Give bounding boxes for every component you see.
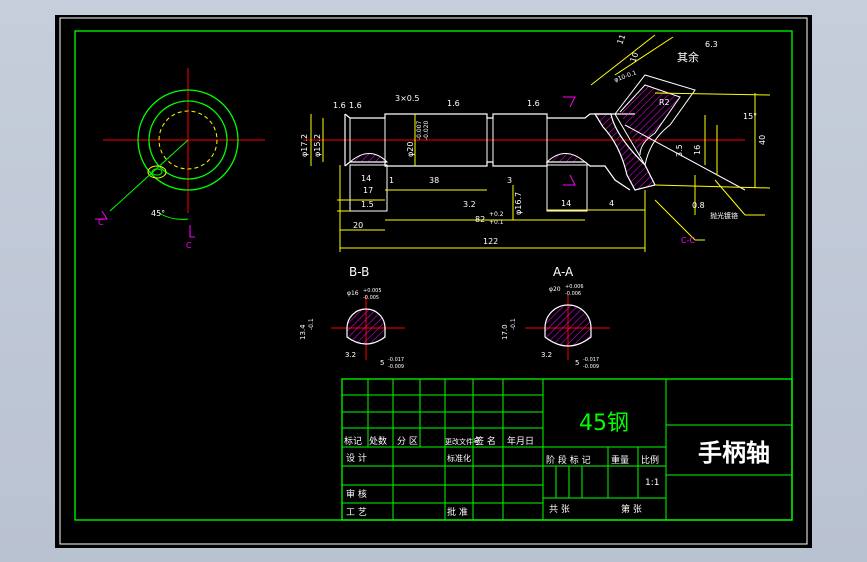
dim-40: 40 (758, 135, 767, 145)
aa-d20: φ20 (549, 286, 561, 293)
dim-15: 1.5 (361, 200, 374, 209)
angle-45-label: 45° (151, 209, 165, 218)
dimension-lines (310, 93, 765, 252)
tb-stage: 阶 段 标 记 (546, 454, 591, 466)
angle-15: 15° (743, 112, 757, 121)
tb-sign: 签 名 (475, 435, 496, 447)
tb-scale: 1:1 (645, 478, 659, 488)
bb-r32: 3.2 (345, 351, 356, 359)
tb-count: 处数 (369, 435, 387, 447)
dim-1: 1 (389, 176, 394, 185)
tb-total: 共 张 (549, 504, 570, 515)
tb-process: 工 艺 (346, 507, 367, 518)
aa-5: 5 (575, 359, 579, 367)
section-bb-label: B-B (349, 265, 369, 279)
surface-note: 抛光镀铬 (710, 211, 738, 220)
svg-text:C: C (98, 218, 104, 227)
roughness-note: 其余 (677, 50, 699, 64)
tb-zone: 分 区 (397, 436, 418, 447)
aa-5-up: -0.017 (583, 357, 599, 363)
dim-d152: φ15.2 (313, 134, 322, 157)
drawing-svg: 45° C C φ17.2 φ15.2 φ20 -0.007 -0.020 φ1… (59, 17, 808, 545)
dim-d172: φ17.2 (300, 134, 309, 157)
dim-3: 3 (507, 176, 512, 185)
dim-35: 3.5 (675, 144, 684, 157)
aa-5-lo: -0.009 (583, 364, 599, 370)
dim-82-up: +0.2 (489, 211, 504, 218)
dim-4: 4 (609, 199, 614, 208)
dim-17: 17 (363, 186, 373, 195)
roughness-default: 6.3 (705, 40, 718, 49)
tb-weight: 重量 (611, 454, 629, 466)
aa-d20-lo: -0.006 (565, 291, 581, 297)
material-label: 45钢 (579, 411, 629, 436)
dim-chamfer: 3×0.5 (395, 94, 420, 103)
dim-phi10: φ10-0.1 (613, 69, 637, 84)
rough-16c: 1.6 (447, 99, 460, 108)
aa-r32: 3.2 (541, 351, 552, 359)
aa-17: 17.0 (501, 324, 509, 340)
section-aa-label: A-A (553, 265, 574, 279)
bb-5-lo: -0.009 (388, 364, 404, 370)
dim-38: 38 (429, 176, 439, 185)
bb-5: 5 (380, 359, 384, 367)
tb-design: 设 计 (346, 452, 367, 464)
outer-border (59, 17, 808, 545)
cad-window: 45° C C φ17.2 φ15.2 φ20 -0.007 -0.020 φ1… (0, 0, 867, 562)
bb-5-up: -0.017 (388, 357, 404, 363)
rough-16d: 1.6 (527, 99, 540, 108)
tb-approve: 批 准 (447, 506, 468, 518)
rough-08: 0.8 (692, 201, 705, 210)
aa-17-tol: -0.1 (510, 318, 517, 330)
svg-text:C: C (186, 241, 192, 250)
drawing-canvas[interactable]: 45° C C φ17.2 φ15.2 φ20 -0.007 -0.020 φ1… (55, 15, 812, 548)
dim-d20-up: -0.007 (416, 120, 423, 140)
section-aa: A-A φ20 +0.006 -0.006 17.0 -0.1 3.2 5 -0… (501, 265, 610, 370)
tb-standard: 标准化 (447, 453, 471, 463)
rough-32: 3.2 (463, 200, 476, 209)
rough-16b: 1.6 (349, 101, 362, 110)
end-view: 45° C C (95, 68, 265, 250)
dim-82-lo: +0.1 (489, 219, 504, 226)
tb-mark: 标记 (344, 435, 362, 447)
dim-r2: R2 (659, 98, 670, 107)
bb-d16-lo: -0.005 (363, 295, 379, 301)
tb-review: 审 核 (346, 488, 367, 500)
dim-16: 16 (693, 145, 702, 155)
bb-d16: φ16 (347, 290, 359, 297)
section-cc-label: C-C (681, 236, 695, 245)
dim-11: 11 (615, 33, 627, 46)
section-bb: B-B φ16 +0.005 -0.005 13.4 -0.1 3.2 5 -0… (299, 265, 405, 370)
dim-14b: 14 (561, 199, 571, 208)
shaft-main-view (303, 34, 771, 212)
bb-134-tol: -0.1 (308, 318, 315, 330)
dim-122: 122 (483, 237, 498, 246)
dim-20: 20 (353, 221, 363, 230)
tb-date: 年月日 (507, 435, 534, 447)
dim-d20-lo: -0.020 (423, 120, 430, 140)
title-block: 标记 处数 分 区 更改文件号 签 名 年月日 设 计 标准化 阶 段 标 记 … (341, 378, 793, 521)
dim-d167: φ16.7 (514, 192, 523, 215)
bb-d16-up: +0.005 (363, 288, 382, 294)
bb-134: 13.4 (299, 324, 307, 340)
dim-82: 82 (475, 215, 485, 224)
dim-14a: 14 (361, 174, 371, 183)
part-title: 手柄轴 (698, 439, 770, 467)
aa-d20-up: +0.006 (565, 284, 584, 290)
tb-ratio: 比例 (641, 454, 659, 466)
rough-16a: 1.6 (333, 101, 346, 110)
tb-sheet: 第 张 (621, 503, 642, 515)
dim-d20: φ20 (406, 142, 415, 157)
dim-10: 10 (628, 51, 640, 64)
